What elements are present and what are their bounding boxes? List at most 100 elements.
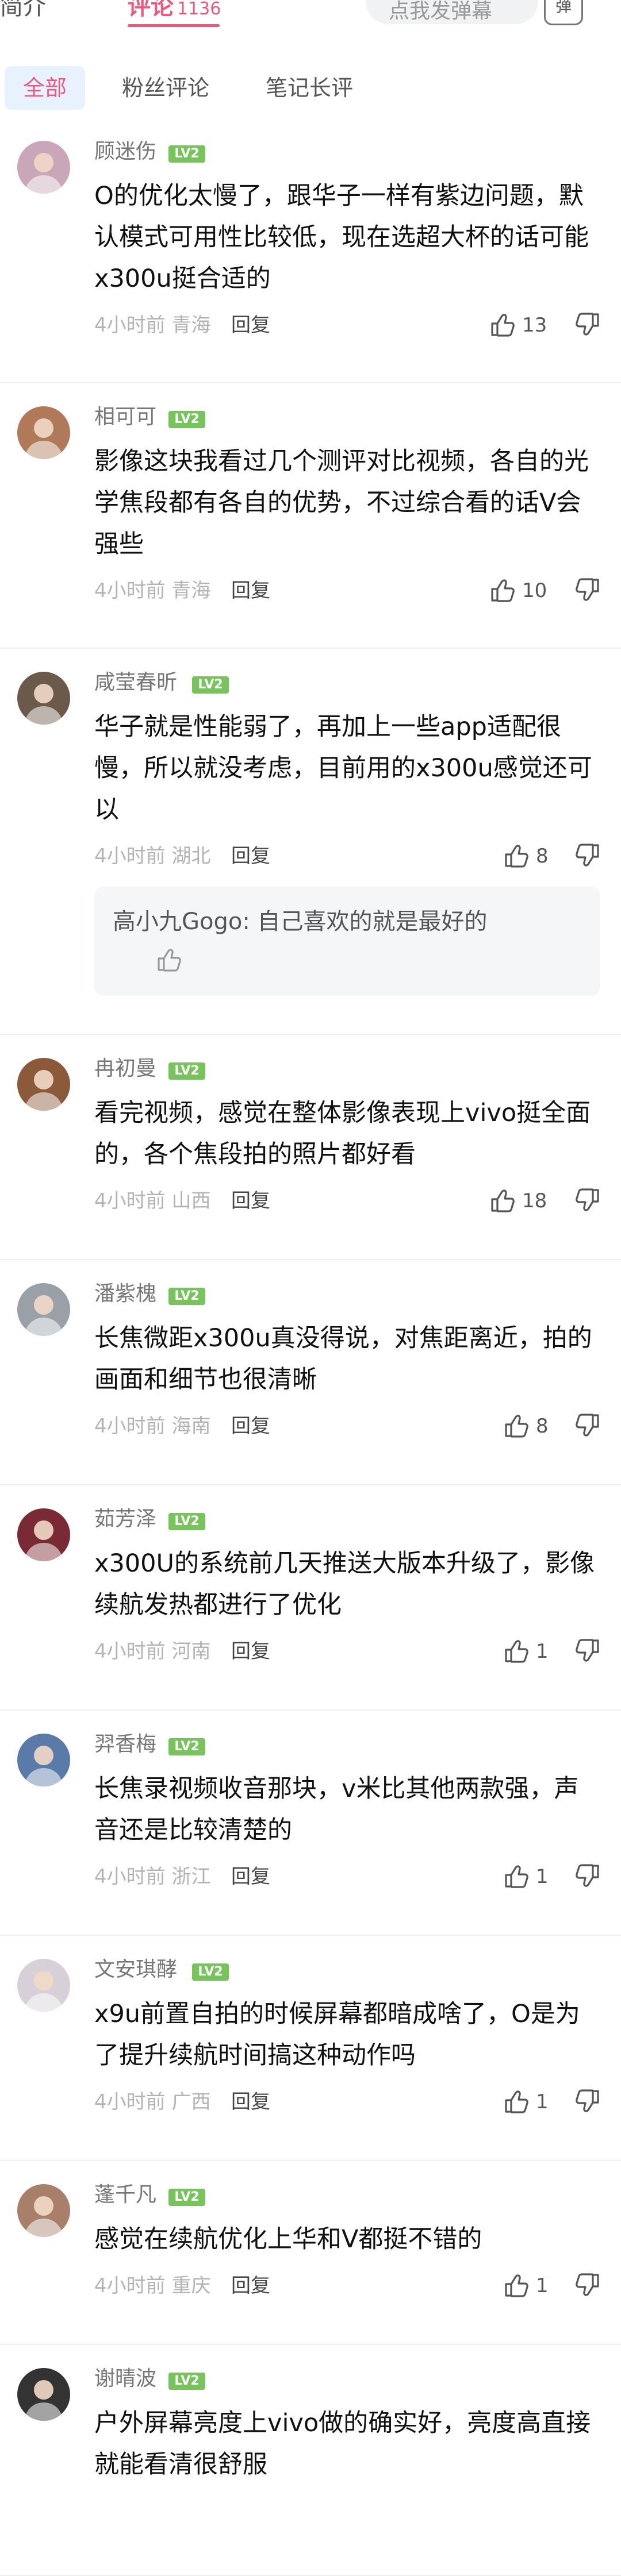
comment-text[interactable]: 华子就是性能弱了，再加上一些app适配很慢，所以就没考虑，目前用的x300u感觉… [94,706,600,830]
reply-button[interactable]: 回复 [231,2273,270,2299]
level-badge: LV2 [192,676,229,694]
commenter-name[interactable]: 冉初曼 [94,1054,156,1083]
comment-location: 青海 [171,314,211,337]
avatar[interactable] [17,1508,70,1561]
comment-location: 山西 [171,1189,211,1212]
dislike-button[interactable] [575,577,603,604]
like-button[interactable]: 1 [504,2089,573,2115]
comment-text[interactable]: 长焦微距x300u真没得说，对焦距离近，拍的画面和细节也很清晰 [94,1318,600,1400]
comment-item: 潘紫槐 LV2 长焦微距x300u真没得说，对焦距离近，拍的画面和细节也很清晰 4小时… [0,1260,621,1485]
like-count: 1 [536,2274,549,2297]
dislike-button[interactable] [575,843,603,869]
reply-button[interactable]: 回复 [231,1638,270,1665]
level-badge: LV2 [168,1738,205,1755]
like-button[interactable]: 18 [490,1188,559,1214]
tab-comments[interactable]: 评论 1136 [128,0,221,24]
comment-location: 湖北 [171,845,211,868]
level-badge: LV2 [168,411,205,428]
comment-location: 青海 [171,579,211,602]
thumbs-up-icon [504,2274,529,2300]
like-count: 1 [536,1640,549,1663]
reply-button[interactable]: 回复 [231,1863,270,1890]
comment-text[interactable]: 感觉在续航优化上华和V都挺不错的 [94,2219,600,2260]
thumbs-up-icon [504,2090,529,2116]
comment-item: 茹芳泽 LV2 x300U的系统前几天推送大版本升级了，影像续航发热都进行了优化 4小… [0,1485,621,1711]
dislike-button[interactable] [575,2273,603,2299]
thumbs-up-icon [504,1414,529,1441]
comment-text[interactable]: 影像这块我看过几个测评对比视频，各自的光学焦段都有各自的优势，不过综合看的话V会… [94,441,600,565]
comment-text[interactable]: O的优化太慢了，跟华子一样有紫边问题，默认模式可用性比较低，现在选超大杯的话可能… [94,175,600,299]
like-button[interactable]: 10 [490,577,559,604]
reply-button[interactable]: 回复 [231,1188,270,1214]
avatar[interactable] [17,141,70,194]
comment-text[interactable]: 看完视频，感觉在整体影像表现上vivo挺全面的，各个焦段拍的照片都好看 [94,1092,600,1175]
avatar[interactable] [17,2368,70,2421]
dislike-button[interactable] [575,1188,603,1214]
comment-text[interactable]: 户外屏幕亮度上vivo做的确实好，亮度高直接就能看清很舒服 [94,2402,600,2485]
like-count: 18 [522,1189,547,1212]
comment-item: 相可可 LV2 影像这块我看过几个测评对比视频，各自的光学焦段都有各自的优势，不过综… [0,383,621,649]
sub-reply-like-icon[interactable] [156,948,182,975]
comment-text[interactable]: x300U的系统前几天推送大版本升级了，影像续航发热都进行了优化 [94,1543,600,1626]
danmaku-toggle-button[interactable]: 弹 [544,0,583,25]
commenter-name[interactable]: 茹芳泽 [94,1505,156,1534]
reply-button[interactable]: 回复 [231,577,270,604]
commenter-name[interactable]: 谢晴波 [94,2365,156,2393]
sub-reply[interactable]: 高小九Gogo: 自己喜欢的就是最好的 [94,887,600,996]
like-button[interactable]: 1 [504,2273,573,2299]
avatar[interactable] [17,1734,70,1786]
filter-fans[interactable]: 粉丝评论 [122,66,209,110]
dislike-button[interactable] [575,1863,603,1890]
dislike-button[interactable] [575,1638,603,1665]
thumbs-up-icon [490,579,515,605]
like-button[interactable]: 8 [504,843,573,869]
avatar[interactable] [17,672,70,725]
level-badge: LV2 [168,145,205,163]
like-button[interactable]: 8 [504,1413,573,1439]
reply-button[interactable]: 回复 [231,312,270,338]
filter-all[interactable]: 全部 [5,66,86,110]
tab-intro[interactable]: 简介 [0,0,46,22]
comment-time: 4小时前 [94,2090,166,2113]
avatar[interactable] [17,406,70,459]
comment-time: 4小时前 [94,2274,166,2297]
comment-text[interactable]: x9u前置自拍的时候屏幕都暗成啥了，O是为了提升续航时间搞这种动作吗 [94,1993,600,2076]
dislike-button[interactable] [575,2089,603,2115]
filter-long[interactable]: 笔记长评 [266,66,353,110]
like-button[interactable]: 1 [504,1863,573,1890]
like-count: 1 [536,1865,549,1888]
dislike-button[interactable] [575,1413,603,1439]
avatar[interactable] [17,1058,70,1111]
avatar[interactable] [17,2184,70,2237]
commenter-name[interactable]: 文安琪酵 [94,1955,177,1984]
sub-reply-author[interactable]: 高小九Gogo [113,908,242,935]
comment-meta: 4小时前 浙江 [94,1863,210,1890]
danmaku-input[interactable]: 点我发弹幕 [366,0,538,24]
comment-time: 4小时前 [94,1189,166,1212]
thumbs-down-icon [575,1414,600,1439]
commenter-name[interactable]: 顾迷伤 [94,137,156,166]
like-button[interactable]: 1 [504,1638,573,1665]
reply-button[interactable]: 回复 [231,1413,270,1439]
commenter-name[interactable]: 羿香梅 [94,1730,156,1759]
comment-meta: 4小时前 海南 [94,1413,210,1439]
commenter-name[interactable]: 相可可 [94,403,156,432]
reply-button[interactable]: 回复 [231,843,270,869]
like-button[interactable]: 13 [490,312,559,338]
top-tab-bar: 简介 评论 1136 点我发弹幕 弹 [0,0,621,55]
dislike-button[interactable] [575,312,603,338]
commenter-name[interactable]: 蓬千凡 [94,2181,156,2209]
comment-text[interactable]: 长焦录视频收音那块，v米比其他两款强，声音还是比较清楚的 [94,1768,600,1851]
avatar[interactable] [17,1959,70,2012]
comment-location: 河南 [171,1640,211,1663]
comment-filter-bar: 全部 粉丝评论 笔记长评 [0,55,621,118]
thumbs-down-icon [575,1864,600,1890]
commenter-name[interactable]: 咸莹春昕 [94,668,177,697]
comment-item: 蓬千凡 LV2 感觉在续航优化上华和V都挺不错的 4小时前 重庆 回复 1 [0,2161,621,2345]
reply-button[interactable]: 回复 [231,2089,270,2115]
comment-meta: 4小时前 湖北 [94,843,210,869]
like-count: 10 [522,579,547,602]
thumbs-up-icon [504,1865,529,1891]
commenter-name[interactable]: 潘紫槐 [94,1280,156,1308]
avatar[interactable] [17,1283,70,1336]
